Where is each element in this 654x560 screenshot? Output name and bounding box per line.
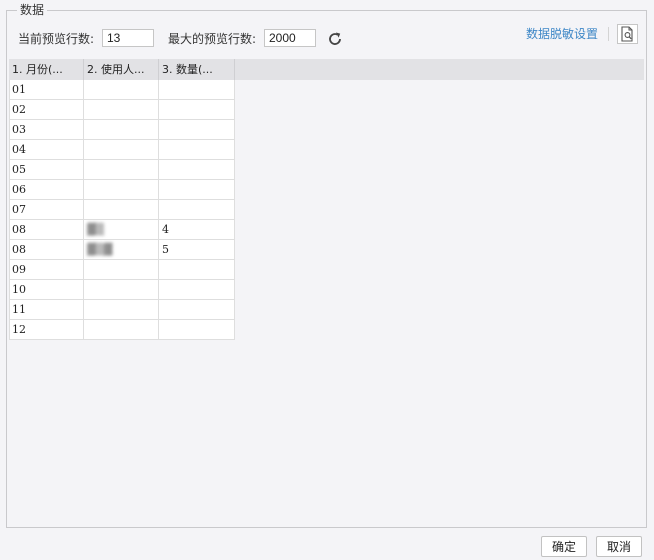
- table-row: 11: [9, 300, 235, 320]
- table-row: 05: [9, 160, 235, 180]
- cell-user: [84, 80, 159, 99]
- max-preview-rows-input[interactable]: [264, 29, 316, 47]
- cell-month: 08: [9, 240, 84, 259]
- cell-quantity: [159, 260, 235, 279]
- cell-user: [84, 100, 159, 119]
- table-row: 09: [9, 260, 235, 280]
- cell-quantity: [159, 140, 235, 159]
- cell-month: 11: [9, 300, 84, 319]
- cell-user: [84, 320, 159, 339]
- cell-month: 09: [9, 260, 84, 279]
- ok-button[interactable]: 确定: [541, 536, 587, 557]
- cell-month: 08: [9, 220, 84, 239]
- cell-user: [84, 300, 159, 319]
- cell-month: 05: [9, 160, 84, 179]
- preview-button[interactable]: [617, 24, 638, 44]
- table-row: 12: [9, 320, 235, 340]
- cell-month: 01: [9, 80, 84, 99]
- cell-quantity: [159, 300, 235, 319]
- cancel-button[interactable]: 取消: [596, 536, 642, 557]
- cell-month: 02: [9, 100, 84, 119]
- cell-month: 06: [9, 180, 84, 199]
- cell-user: [84, 280, 159, 299]
- table-row: 04: [9, 140, 235, 160]
- cell-quantity: [159, 280, 235, 299]
- cell-user: [84, 260, 159, 279]
- table-row: 01: [9, 80, 235, 100]
- cell-user: [84, 180, 159, 199]
- data-preview-table: 1. 月份(... 2. 使用人... 3. 数量(... 01 02 03 0…: [9, 59, 644, 521]
- preview-toolbar: 当前预览行数: 最大的预览行数: 数据脱敏设置: [0, 0, 654, 60]
- cell-quantity: [159, 320, 235, 339]
- data-desensitize-settings-link[interactable]: 数据脱敏设置: [526, 26, 598, 42]
- table-header: 1. 月份(... 2. 使用人... 3. 数量(...: [9, 59, 644, 80]
- cell-quantity: [159, 160, 235, 179]
- table-row: 08 ▓▒ 4: [9, 220, 235, 240]
- column-header-quantity[interactable]: 3. 数量(...: [159, 59, 235, 80]
- max-preview-rows-label: 最大的预览行数:: [168, 32, 257, 46]
- cell-month: 12: [9, 320, 84, 339]
- cell-quantity: [159, 80, 235, 99]
- current-preview-rows-input[interactable]: [102, 29, 154, 47]
- refresh-icon[interactable]: [326, 30, 344, 48]
- cell-user-redacted: ▓▒▓: [84, 240, 159, 259]
- cell-user: [84, 140, 159, 159]
- table-row: 07: [9, 200, 235, 220]
- cell-quantity: [159, 180, 235, 199]
- toolbar-divider: [608, 27, 609, 41]
- cell-quantity: [159, 120, 235, 139]
- table-body: 01 02 03 04 05 06 07 08 ▓▒ 4 08 ▓▒▓ 5 09 10 …: [9, 80, 235, 340]
- table-row: 06: [9, 180, 235, 200]
- cell-quantity: 4: [159, 220, 235, 239]
- cell-user: [84, 120, 159, 139]
- cell-quantity: [159, 200, 235, 219]
- table-row: 02: [9, 100, 235, 120]
- cell-user-redacted: ▓▒: [84, 220, 159, 239]
- document-search-icon: [621, 26, 633, 42]
- column-header-month[interactable]: 1. 月份(...: [9, 59, 84, 80]
- cell-month: 03: [9, 120, 84, 139]
- table-row: 10: [9, 280, 235, 300]
- cell-user: [84, 160, 159, 179]
- column-header-user[interactable]: 2. 使用人...: [84, 59, 159, 80]
- current-preview-rows-label: 当前预览行数:: [18, 32, 95, 46]
- cell-quantity: [159, 100, 235, 119]
- cell-quantity: 5: [159, 240, 235, 259]
- table-row: 03: [9, 120, 235, 140]
- cell-month: 07: [9, 200, 84, 219]
- table-row: 08 ▓▒▓ 5: [9, 240, 235, 260]
- cell-month: 04: [9, 140, 84, 159]
- cell-user: [84, 200, 159, 219]
- cell-month: 10: [9, 280, 84, 299]
